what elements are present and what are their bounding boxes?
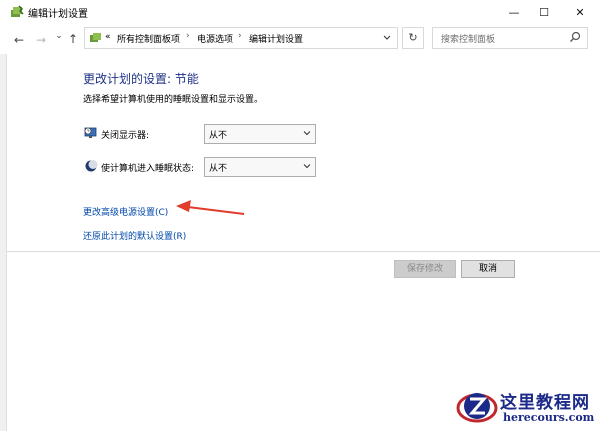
chevron-down-icon: [303, 131, 311, 136]
power-options-icon: [11, 5, 24, 17]
display-off-label: 关闭显示器:: [101, 131, 150, 141]
maximize-button[interactable]: ☐: [527, 0, 561, 24]
divider: [6, 251, 600, 252]
window-title: 编辑计划设置: [28, 9, 88, 20]
display-clock-icon: [84, 127, 97, 138]
up-button[interactable]: ↑: [66, 32, 80, 46]
save-changes-button[interactable]: 保存修改: [394, 260, 456, 278]
minimize-icon: —: [508, 5, 520, 19]
maximize-icon: ☐: [539, 5, 549, 19]
sleep-label: 使计算机进入睡眠状态:: [101, 164, 195, 174]
search-placeholder: 搜索控制面板: [441, 35, 496, 45]
watermark-site-name: 这里教程网: [500, 393, 590, 413]
title-bar: 编辑计划设置 — ☐ ✕: [0, 0, 600, 24]
breadcrumb-prefix[interactable]: «: [105, 32, 111, 42]
display-off-value: 从不: [209, 131, 228, 141]
sleep-value: 从不: [209, 164, 228, 174]
watermark-logo-icon: [456, 393, 498, 423]
chevron-down-icon: [303, 164, 311, 169]
site-watermark: 这里教程网 herecours.com: [455, 384, 600, 431]
window-edge: [0, 54, 7, 431]
breadcrumb-power-options[interactable]: 电源选项: [197, 32, 233, 45]
cancel-button[interactable]: 取消: [461, 260, 515, 278]
close-icon: ✕: [575, 5, 585, 19]
sleep-select[interactable]: 从不: [204, 157, 316, 177]
refresh-button[interactable]: ↻: [402, 27, 424, 49]
display-off-select[interactable]: 从不: [204, 124, 316, 144]
address-dropdown-icon[interactable]: [383, 34, 391, 42]
minimize-button[interactable]: —: [497, 0, 531, 24]
search-box[interactable]: 搜索控制面板: [432, 27, 588, 49]
advanced-power-settings-link[interactable]: 更改高级电源设置(C): [83, 205, 168, 218]
breadcrumb-separator[interactable]: ›: [186, 31, 190, 41]
watermark-site-url: herecours.com: [503, 411, 595, 424]
back-button[interactable]: ←: [12, 33, 26, 47]
close-button[interactable]: ✕: [563, 0, 597, 24]
forward-button[interactable]: →: [34, 33, 48, 47]
refresh-icon: ↻: [408, 31, 418, 44]
annotation-arrow: [176, 200, 245, 215]
address-bar[interactable]: « 所有控制面板项 › 电源选项 › 编辑计划设置: [84, 27, 398, 49]
page-title: 更改计划的设置: 节能: [83, 72, 199, 86]
breadcrumb-separator[interactable]: ›: [238, 31, 242, 41]
breadcrumb-edit-plan[interactable]: 编辑计划设置: [249, 32, 303, 45]
search-icon[interactable]: [569, 31, 581, 43]
sleep-moon-icon: [85, 160, 98, 172]
breadcrumb-all-items[interactable]: 所有控制面板项: [117, 32, 180, 45]
page-subtitle: 选择希望计算机使用的睡眠设置和显示设置。: [83, 95, 264, 105]
restore-defaults-link[interactable]: 还原此计划的默认设置(R): [83, 229, 186, 242]
control-panel-icon: [90, 33, 101, 42]
recent-locations-button[interactable]: ⌄: [52, 31, 66, 41]
